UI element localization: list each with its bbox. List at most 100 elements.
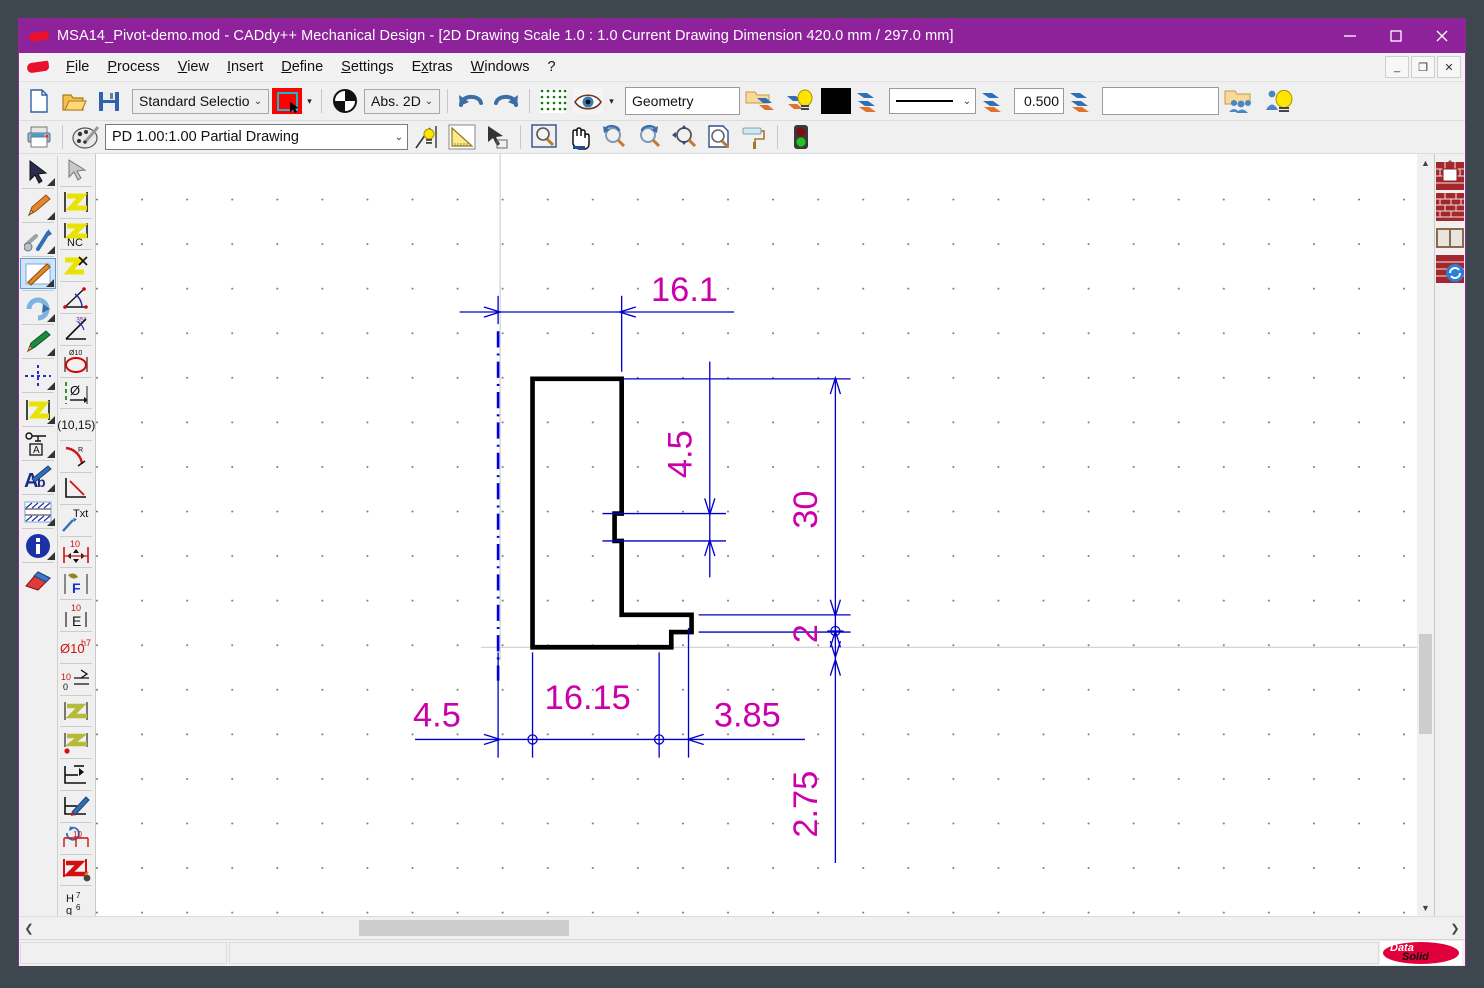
undo-icon[interactable] [455, 85, 487, 117]
angle-35-icon[interactable]: 35° [58, 315, 94, 344]
text-annotate-icon[interactable]: Ab [20, 462, 56, 493]
zoom-all-icon[interactable] [668, 121, 700, 153]
color-dropdown-caret-icon[interactable]: ▾ [305, 96, 314, 107]
vertical-scrollbar[interactable]: ▲ ▼ [1417, 154, 1434, 916]
menu-process[interactable]: Process [98, 56, 168, 78]
dimension-icon[interactable] [20, 394, 56, 425]
extra-input-field[interactable] [1102, 87, 1219, 115]
horizontal-scrollbar[interactable]: ❮ ❯ [19, 916, 1465, 939]
mdi-close-button[interactable]: ✕ [1437, 56, 1461, 78]
draw-pencil-icon[interactable] [20, 190, 56, 221]
scroll-up-arrow-icon[interactable]: ▲ [1417, 154, 1434, 171]
maximize-icon[interactable] [1373, 19, 1419, 53]
dimension-format-icon[interactable]: F [58, 569, 94, 598]
dim-rotate-10-icon[interactable]: 10 [58, 824, 94, 853]
surface-text-symbol-icon[interactable]: A [20, 428, 56, 459]
new-document-icon[interactable] [23, 85, 55, 117]
partial-drawing-combo[interactable]: PD 1.00:1.00 Partial Drawing ⌄ [105, 124, 408, 150]
coordinate-mode-combo[interactable]: Abs. 2D ⌄ [364, 88, 440, 114]
pan-hand-icon[interactable] [563, 121, 595, 153]
mdi-minimize-button[interactable]: _ [1385, 56, 1409, 78]
zoom-page-icon[interactable] [703, 121, 735, 153]
line-style-combo[interactable]: ⌄ [889, 88, 976, 114]
close-icon[interactable] [1419, 19, 1465, 53]
group-lightbulb-icon[interactable] [1261, 85, 1297, 117]
dimension-edit-e-icon[interactable]: 10 E [58, 601, 94, 630]
minimize-icon[interactable] [1327, 19, 1373, 53]
layer-lightbulb-icon[interactable] [782, 85, 818, 117]
pen-color-swatch[interactable] [821, 88, 851, 114]
dimension-move-icon[interactable]: 10 [58, 538, 94, 567]
selection-mode-combo[interactable]: Standard Selectio ⌄ [132, 88, 269, 114]
brick-wall-icon[interactable] [1436, 193, 1464, 221]
dimension-linear-icon[interactable] [58, 188, 94, 217]
transform-rotate-icon[interactable] [20, 292, 56, 323]
coordinate-point-icon[interactable]: (10,15) [57, 410, 95, 439]
zoom-previous-icon[interactable] [598, 121, 630, 153]
redo-icon[interactable] [490, 85, 522, 117]
grid-snap-icon[interactable] [537, 85, 569, 117]
hatch-fill-icon[interactable] [20, 496, 56, 527]
zoom-window-icon[interactable] [528, 121, 560, 153]
dim-arrow-style-icon[interactable] [58, 697, 94, 726]
open-document-icon[interactable] [58, 85, 90, 117]
dim-point-icon[interactable] [58, 728, 94, 757]
cad-drawing[interactable]: 16.1 4.5 30 2 4.5 16.15 3.85 2.75 [96, 154, 1434, 916]
dimension-angled-icon[interactable] [58, 251, 94, 280]
standard-selection-arrow-icon[interactable] [20, 156, 56, 187]
visibility-dropdown-caret-icon[interactable]: ▾ [607, 96, 616, 107]
menu-settings[interactable]: Settings [332, 56, 402, 78]
menu-help[interactable]: ? [539, 56, 565, 78]
menu-extras[interactable]: Extras [403, 56, 462, 78]
green-pencil-icon[interactable] [20, 326, 56, 357]
dim-blue-edit-icon[interactable] [58, 792, 94, 821]
group-folder-icon[interactable] [1222, 85, 1258, 117]
wall-opening-icon[interactable] [1436, 162, 1464, 190]
menu-insert[interactable]: Insert [218, 56, 272, 78]
drawing-canvas-area[interactable]: 16.1 4.5 30 2 4.5 16.15 3.85 2.75 ▲ ▼ [96, 154, 1434, 916]
diameter-axis-icon[interactable]: Ø [58, 379, 94, 408]
mdi-restore-button[interactable]: ❐ [1411, 56, 1435, 78]
diameter-circle-icon[interactable]: Ø10 [58, 347, 94, 376]
scroll-right-arrow-icon[interactable]: ❯ [1445, 922, 1465, 935]
light-pen-icon[interactable] [411, 121, 443, 153]
pointer-grey-icon[interactable] [58, 156, 94, 185]
linewidth-layer-icon[interactable] [979, 85, 1011, 117]
horizontal-scroll-track[interactable] [39, 920, 1445, 936]
dim-delete-icon[interactable] [58, 856, 94, 885]
tolerance-fit-icon[interactable]: Ø10 h7 [58, 633, 94, 662]
chamfer-dim-icon[interactable] [58, 474, 94, 503]
dim-value-10-0-icon[interactable]: 10 0 [58, 665, 94, 694]
redraw-roller-icon[interactable] [738, 121, 770, 153]
menu-define[interactable]: Define [272, 56, 332, 78]
fit-h7g6-icon[interactable]: H7 g6 [58, 887, 94, 916]
edit-element-icon[interactable] [19, 258, 56, 289]
menu-windows[interactable]: Windows [462, 56, 539, 78]
eraser-icon[interactable] [20, 564, 56, 595]
snap-cursor-icon[interactable] [481, 121, 513, 153]
menu-view[interactable]: View [169, 56, 218, 78]
dim-step-icon[interactable] [58, 760, 94, 789]
save-document-icon[interactable] [93, 85, 125, 117]
pen-layer-icon[interactable] [854, 85, 886, 117]
vertical-scroll-thumb[interactable] [1419, 634, 1432, 734]
text-leader-icon[interactable]: Txt [58, 506, 94, 535]
zoom-next-icon[interactable] [633, 121, 665, 153]
modify-tools-icon[interactable] [20, 224, 56, 255]
angle-dimension-icon[interactable] [58, 283, 94, 312]
color-swatch-button[interactable] [272, 88, 302, 114]
layer-name-field[interactable]: Geometry [625, 87, 740, 115]
line-width-field[interactable]: 0.500 [1014, 88, 1064, 114]
visibility-eye-icon[interactable] [572, 85, 604, 117]
extra-layer-icon[interactable] [1067, 85, 1099, 117]
layer-folder-icon[interactable] [743, 85, 779, 117]
coordinate-system-icon[interactable] [329, 85, 361, 117]
menu-file[interactable]: FFileile [57, 56, 98, 78]
scroll-left-arrow-icon[interactable]: ❮ [19, 922, 39, 935]
traffic-light-icon[interactable] [785, 121, 817, 153]
render-palette-icon[interactable] [70, 121, 102, 153]
dimension-nc-icon[interactable]: NC [58, 220, 94, 249]
wall-refresh-icon[interactable] [1436, 255, 1464, 283]
arc-radius-icon[interactable]: R [58, 442, 94, 471]
horizontal-scroll-thumb[interactable] [359, 920, 569, 936]
